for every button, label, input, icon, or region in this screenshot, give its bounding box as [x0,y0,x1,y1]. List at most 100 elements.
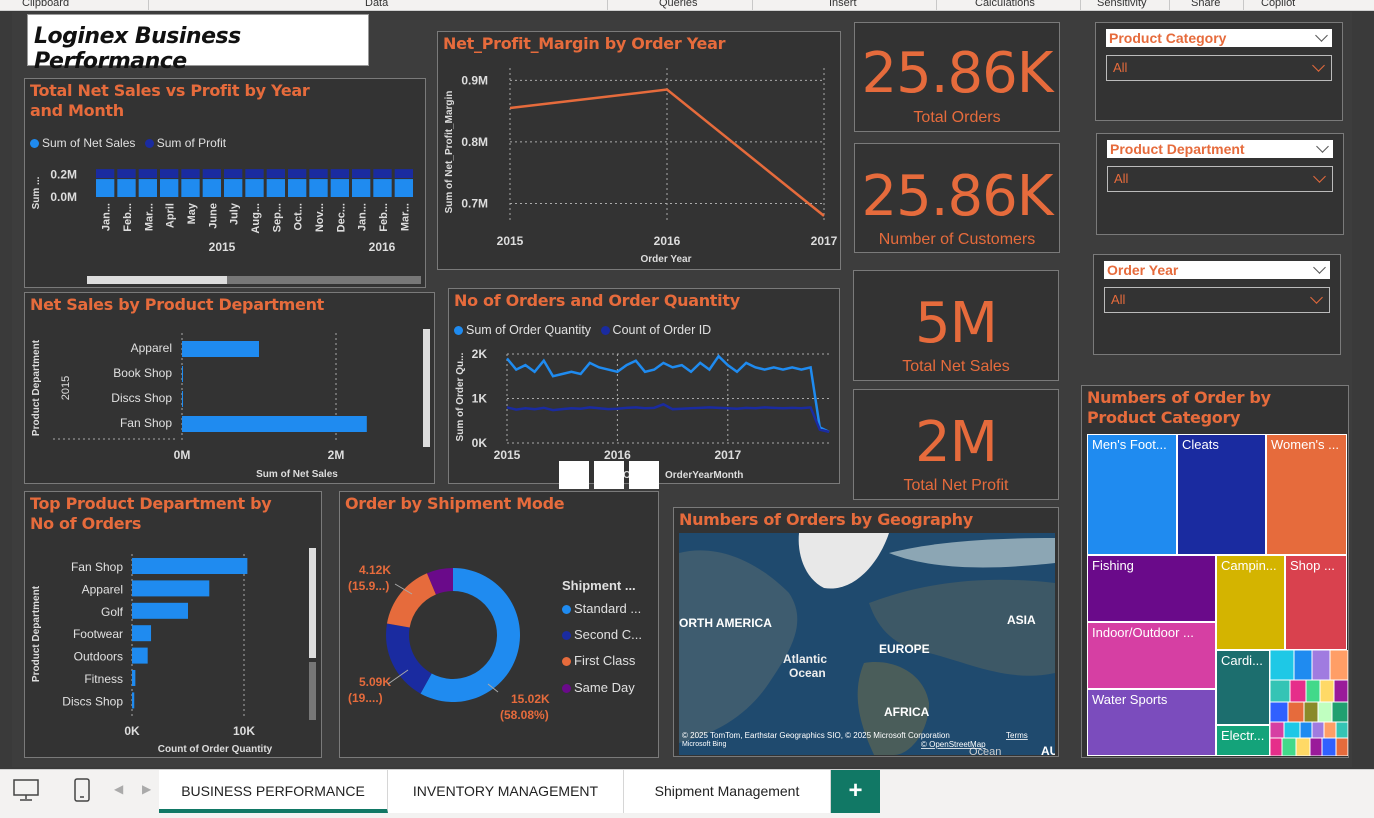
visual-header-button-2[interactable] [594,461,624,489]
bar-net-sales [309,179,328,197]
top-dept-scrollbar[interactable] [309,548,316,658]
tab-inventory-management[interactable]: INVENTORY MANAGEMENT [388,770,624,813]
ribbon-sensitivity[interactable]: Sensitivity [1097,0,1147,9]
desktop-view-icon[interactable] [13,779,39,801]
bar-profit [202,169,221,179]
shipment-legend-title: Shipment ... [562,578,636,593]
kpi-net-sales[interactable]: 5M Total Net Sales [853,270,1059,381]
category-label: Outdoors [74,650,123,664]
bar [132,625,152,642]
treemap-tile-water-sports[interactable]: Water Sports [1087,689,1216,756]
map-label-north-america: ORTH AMERICA [679,616,772,630]
xtick: 2015 [497,234,524,248]
legend-profit: Sum of Profit [156,136,227,150]
treemap-small-tile [1305,679,1321,703]
donut-value-label: 5.09K [359,675,391,689]
tab-scroll-right-icon[interactable]: ▶ [142,782,151,796]
kpi-total-orders[interactable]: 25.86K Total Orders [854,22,1060,132]
ribbon-clipboard[interactable]: Clipboard [22,0,69,9]
treemap-small-tile [1333,679,1348,703]
sales-vs-profit-scroll-thumb[interactable] [87,276,227,284]
treemap-tile-womens[interactable]: Women's ... [1266,434,1347,555]
bar-profit [352,169,371,179]
ribbon-queries[interactable]: Queries [659,0,698,9]
report-title: Loginex Business Performance [34,24,241,74]
visual-header-button-1[interactable] [559,461,589,489]
month-label: Jan... [101,203,113,231]
ytick: 1K [472,392,488,406]
slicer-product-department-dropdown[interactable]: All [1107,166,1333,192]
map-label-africa: AFRICA [884,705,930,719]
dept-sales-panel[interactable]: Net Sales by Product Department 0M 2M Appa… [24,292,435,484]
treemap-tile-electronics[interactable]: Electr... [1216,725,1270,756]
treemap-small-tile [1303,701,1319,723]
category-label: Apparel [131,341,172,355]
treemap-tile-mens-footwear[interactable]: Men's Foot... [1087,434,1177,555]
treemap-tile-camping[interactable]: Campin... [1216,555,1285,650]
treemap-tile-indoor-outdoor[interactable]: Indoor/Outdoor ... [1087,622,1216,689]
ytick: 2K [472,347,488,361]
sales-vs-profit-panel[interactable]: Total Net Sales vs Profit by Year and Mo… [24,78,426,288]
top-dept-panel[interactable]: Top Product Department by No of Orders 0… [24,491,322,758]
bar-net-sales [202,179,221,197]
add-page-button[interactable]: + [831,770,880,813]
ribbon-copilot[interactable]: Copilot [1261,0,1295,9]
map-bing-logo: Microsoft Bing [682,741,726,748]
map-osm-link[interactable]: © OpenStreetMap [921,740,986,749]
treemap-tile-cleats[interactable]: Cleats [1177,434,1266,555]
shipment-panel[interactable]: Order by Shipment Mode 4.12K (15.9...) 5.0… [339,491,659,758]
top-dept-xlabel: Count of Order Quantity [158,744,273,755]
slicer-order-year-dropdown[interactable]: All [1104,287,1330,313]
treemap-small-tile [1323,721,1337,739]
ribbon-calculations[interactable]: Calculations [975,0,1035,9]
treemap-panel[interactable]: Numbers of Order by Product Category Men… [1081,385,1349,758]
treemap-tile-shop[interactable]: Shop ... [1285,555,1347,650]
month-label: June [207,203,219,229]
ytick: 0.0M [50,190,77,204]
treemap-small-tile [1283,721,1301,739]
bar-profit [117,169,136,179]
treemap-tile-fishing[interactable]: Fishing [1087,555,1216,622]
ribbon-data[interactable]: Data [365,0,388,9]
tab-shipment-management[interactable]: Shipment Management [624,770,831,813]
treemap-small-tile [1270,679,1291,703]
sales-vs-profit-ylabel: Sum ... [31,176,42,209]
bar-net-sales [373,179,392,197]
mobile-view-icon[interactable] [74,778,90,802]
bar [182,341,259,357]
tab-scroll-left-icon[interactable]: ◀ [114,782,123,796]
xtick: 2017 [714,448,741,462]
slicer-product-category[interactable]: Product Category All [1095,22,1343,121]
geo-panel[interactable]: Numbers of Orders by Geography ORTH AMER… [673,507,1059,757]
ribbon-insert[interactable]: Insert [829,0,857,9]
slicer-product-category-dropdown[interactable]: All [1106,55,1332,81]
month-label: Sep... [271,203,283,232]
treemap-small-tile [1309,737,1323,756]
slicer-order-year[interactable]: Order Year All [1093,254,1341,355]
month-label: Jan... [357,203,369,231]
month-label: Nov... [314,203,326,232]
xtick: 2017 [811,234,838,248]
bar-profit [309,169,328,179]
dept-sales-xlabel: Sum of Net Sales [256,469,338,480]
slicer-product-department[interactable]: Product Department All [1096,133,1344,235]
treemap-small-tile [1287,701,1305,723]
margin-panel[interactable]: Net_Profit_Margin by Order Year 0.9M 0.8M… [437,31,841,270]
kpi-net-profit[interactable]: 2M Total Net Profit [853,389,1059,500]
treemap-tile-cardio[interactable]: Cardi... [1216,650,1270,725]
map-terms-link[interactable]: Terms [1006,731,1028,740]
ribbon-share[interactable]: Share [1191,0,1220,9]
treemap-small-tiles[interactable] [1270,650,1348,756]
tab-business-performance[interactable]: BUSINESS PERFORMANCE [159,770,388,813]
visual-header-button-3[interactable] [629,461,659,489]
ytick: 0.7M [461,197,488,211]
bar-net-sales [394,179,413,197]
shipment-legend-second-label: Second C... [574,627,642,642]
dept-sales-scrollbar[interactable] [423,329,430,447]
treemap-small-tile [1311,721,1325,739]
orders-qty-panel[interactable]: No of Orders and Order Quantity Sum of O… [448,288,840,484]
kpi-customers[interactable]: 25.86K Number of Customers [854,143,1060,253]
top-dept-scroll-track[interactable] [309,662,316,720]
legend-net-sales: Sum of Net Sales [42,136,136,150]
geo-map[interactable]: ORTH AMERICA EUROPE ASIA Atlantic Ocean … [679,533,1055,755]
